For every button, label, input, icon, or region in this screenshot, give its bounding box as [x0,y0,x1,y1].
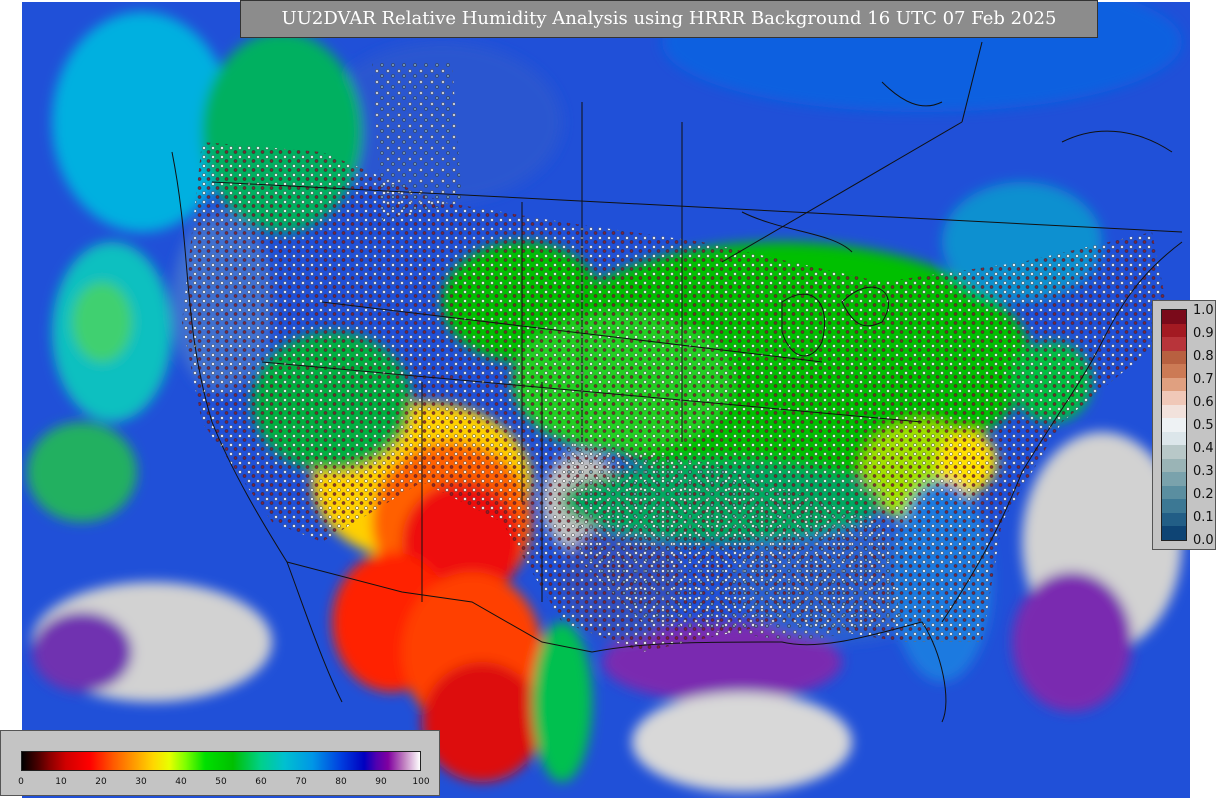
observation-colorbar-segment [1162,337,1186,352]
rh-colorbar-tick: 60 [255,777,267,787]
observation-colorbar-segment [1162,418,1186,433]
observation-colorbar-label: 0.5 [1193,418,1214,433]
observation-colorbar-label: 0.9 [1193,326,1214,341]
observation-colorbar-segment [1162,472,1186,487]
observation-colorbar-scale [1161,309,1187,541]
observation-colorbar-segment [1162,404,1186,419]
rh-colorbar-tick: 30 [135,777,147,787]
rh-colorbar-tick: 0 [18,777,24,787]
observation-colorbar-segment [1162,364,1186,379]
observation-colorbar-segment [1162,445,1186,460]
rh-colorbar-tick: 70 [295,777,307,787]
observation-colorbar-label: 0.1 [1193,510,1214,525]
rh-colorbar-tick: 80 [335,777,347,787]
observation-colorbar-label: 0.0 [1193,533,1214,548]
observation-colorbar-segment [1162,391,1186,406]
observation-colorbar-segment [1162,485,1186,500]
observation-colorbar-label: 1.0 [1193,303,1214,318]
observation-colorbar-segment [1162,526,1186,541]
observation-colorbar-segment [1162,377,1186,392]
observation-colorbar-label: 0.3 [1193,464,1214,479]
observation-colorbar-label: 0.7 [1193,372,1214,387]
observation-colorbar-segment [1162,458,1186,473]
rh-colorbar-tick: 100 [412,777,430,787]
rh-colorbar: 0 10 20 30 40 50 60 70 80 90 100 [0,730,440,796]
map-title: UU2DVAR Relative Humidity Analysis using… [240,0,1098,38]
observation-colorbar-segment [1162,323,1186,338]
rh-colorbar-tick: 90 [375,777,387,787]
observation-colorbar-label: 0.8 [1193,349,1214,364]
observation-colorbar-segment [1162,431,1186,446]
observation-colorbar-segment [1162,499,1186,514]
observation-colorbar-label: 0.4 [1193,441,1214,456]
observation-colorbar-label: 0.2 [1193,487,1214,502]
rh-colorbar-tick: 50 [215,777,227,787]
rh-colorbar-tick: 20 [95,777,107,787]
rh-analysis-map[interactable] [22,2,1190,798]
observation-colorbar-label: 0.6 [1193,395,1214,410]
observation-colorbar-segment [1162,350,1186,365]
rh-colorbar-tick: 10 [55,777,67,787]
observation-colorbar-segment [1162,512,1186,527]
observation-colorbar-segment [1162,310,1186,325]
observation-colorbar: 1.0 0.9 0.8 0.7 0.6 0.5 0.4 0.3 0.2 0.1 0.0 [1152,300,1216,550]
rh-colorbar-gradient [21,751,421,771]
rh-colorbar-tick: 40 [175,777,187,787]
